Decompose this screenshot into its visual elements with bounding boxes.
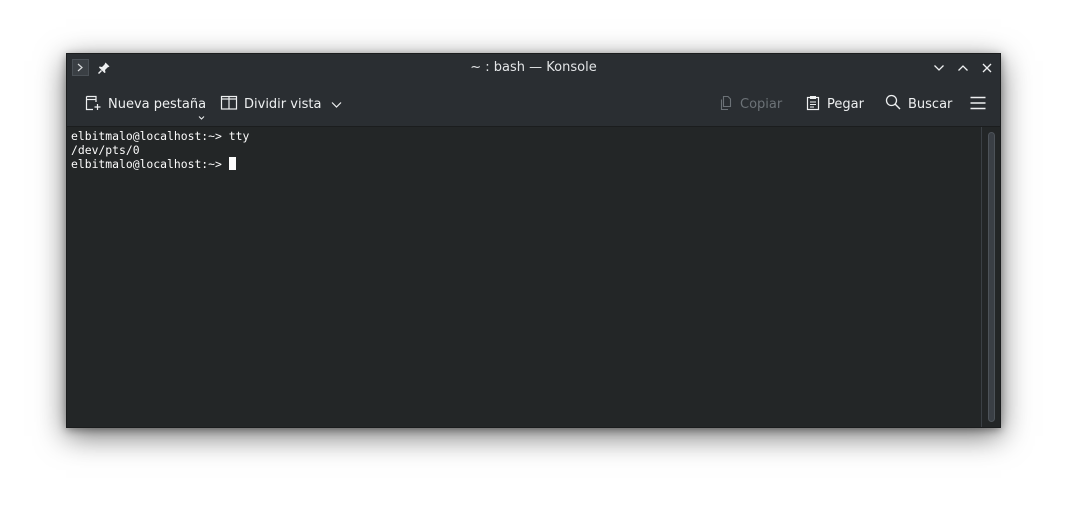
minimize-icon[interactable] <box>930 59 948 77</box>
chevron-down-icon <box>331 101 342 109</box>
paste-button[interactable]: Pegar <box>805 82 864 127</box>
terminal-area[interactable]: elbitmalo@localhost:~> tty /dev/pts/0 el… <box>67 127 981 427</box>
chevron-down-icon <box>198 110 205 125</box>
text-cursor <box>228 157 236 170</box>
new-tab-icon <box>84 94 102 116</box>
search-button[interactable]: Buscar <box>885 82 952 127</box>
copy-button[interactable]: Copiar <box>718 82 782 127</box>
terminal-prompt: elbitmalo@localhost:~> <box>71 157 229 171</box>
toolbar: Nueva pestaña Dividir vista Copiar Pegar… <box>67 82 1000 127</box>
search-icon <box>885 94 902 115</box>
window-title: ~ : bash — Konsole <box>470 60 597 75</box>
copy-label: Copiar <box>740 97 783 112</box>
split-view-icon <box>220 94 238 116</box>
split-view-button[interactable]: Dividir vista <box>220 82 342 127</box>
maximize-icon[interactable] <box>954 59 972 77</box>
close-icon[interactable] <box>978 59 996 77</box>
search-label: Buscar <box>908 97 953 112</box>
terminal-line: elbitmalo@localhost:~> tty <box>71 129 250 143</box>
terminal-prompt-line: elbitmalo@localhost:~> <box>71 157 981 171</box>
konsole-window: ~ : bash — Konsole Nueva pestaña Dividir… <box>66 53 1001 428</box>
paste-icon <box>805 95 821 115</box>
copy-icon <box>718 95 734 115</box>
hamburger-menu-icon <box>970 96 986 114</box>
scrollbar-thumb[interactable] <box>988 132 995 422</box>
titlebar[interactable]: ~ : bash — Konsole <box>67 54 1000 82</box>
hamburger-menu-button[interactable] <box>970 82 986 127</box>
new-tab-label: Nueva pestaña <box>108 97 207 112</box>
paste-label: Pegar <box>827 97 864 112</box>
split-view-label: Dividir vista <box>244 97 322 112</box>
terminal-line: /dev/pts/0 <box>71 143 140 157</box>
vertical-scrollbar[interactable] <box>981 127 1000 427</box>
new-tab-button[interactable]: Nueva pestaña <box>84 82 206 127</box>
